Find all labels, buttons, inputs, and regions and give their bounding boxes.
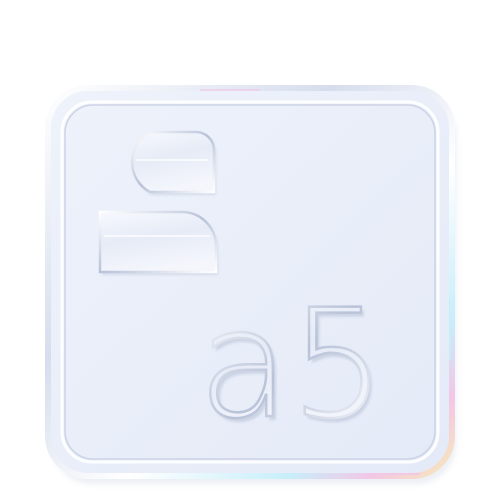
a5-text: a5: [198, 278, 385, 452]
icon-stage: a5 a5: [0, 0, 500, 500]
top-bar-shape: [130, 130, 216, 195]
middle-bar-shape: [98, 210, 218, 275]
a5-lettering: a5 a5: [197, 277, 389, 456]
a5-app-icon: a5 a5: [45, 85, 456, 484]
